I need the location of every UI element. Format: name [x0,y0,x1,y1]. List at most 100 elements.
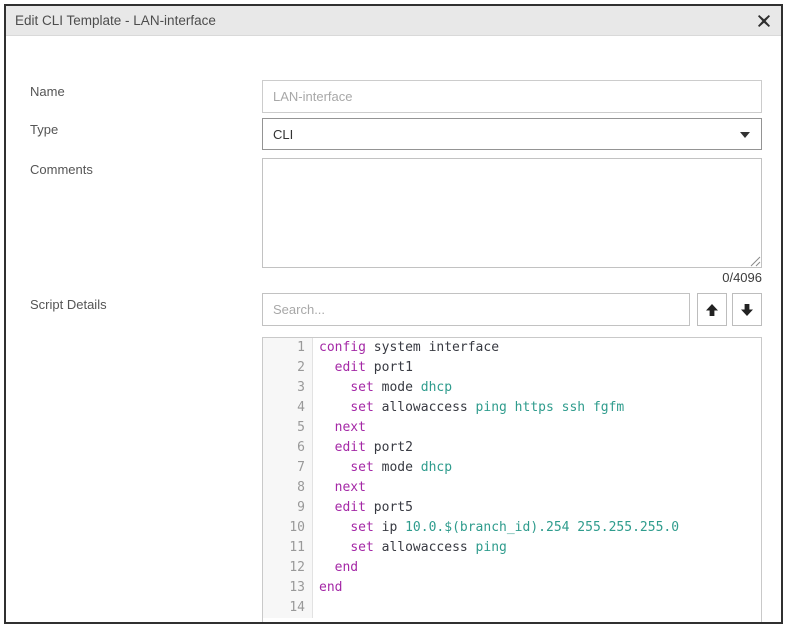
script-details-label: Script Details [30,297,107,312]
type-label: Type [30,122,58,137]
code-token-kw: config [319,340,366,355]
code-line-text [313,598,319,618]
code-token-pl: port1 [366,360,413,375]
code-line-text: set mode dhcp [313,378,452,398]
line-number: 6 [263,438,313,458]
code-token-val: 10.0.$(branch_id).254 255.255.255.0 [405,520,679,535]
code-line-row: 9 edit port5 [263,498,761,518]
code-line-text: edit port1 [313,358,413,378]
dialog-titlebar: Edit CLI Template - LAN-interface [6,6,781,36]
code-token-val: ping https ssh fgfm [476,400,625,415]
code-line-row: 13 end [263,578,761,598]
code-token-kw: end [319,580,342,595]
cli-script-editor[interactable]: 1config system interface2 edit port13 se… [262,337,762,623]
search-next-button[interactable] [732,293,762,326]
code-token-pl [319,480,335,495]
search-previous-button[interactable] [697,293,727,326]
name-input[interactable] [262,80,762,113]
code-token-val: ping [476,540,507,555]
code-line-text: edit port2 [313,438,413,458]
code-token-pl: allowaccess [374,540,476,555]
code-line-row: 1config system interface [263,338,761,358]
chevron-down-icon [740,132,750,138]
code-token-pl [319,540,350,555]
line-number: 14 [263,598,313,618]
code-token-kw: set [350,380,373,395]
edit-cli-template-dialog: Edit CLI Template - LAN-interface Name T… [4,4,783,624]
type-select-value: CLI [273,127,293,142]
close-icon[interactable] [753,10,775,32]
code-token-pl: allowaccess [374,400,476,415]
code-line-row: 14 [263,598,761,618]
code-token-kw: next [335,480,366,495]
code-token-pl: port5 [366,500,413,515]
code-token-kw: edit [335,440,366,455]
code-line-row: 3 set mode dhcp [263,378,761,398]
code-token-pl [319,560,335,575]
code-token-pl [319,520,350,535]
code-token-pl [319,440,335,455]
code-token-pl: mode [374,380,421,395]
code-token-kw: set [350,400,373,415]
code-line-text: set mode dhcp [313,458,452,478]
line-number: 7 [263,458,313,478]
line-number: 11 [263,538,313,558]
code-token-val: dhcp [421,460,452,475]
dialog-title: Edit CLI Template - LAN-interface [6,13,216,28]
code-line-row: 5 next [263,418,761,438]
code-line-row: 8 next [263,478,761,498]
code-line-text: end [313,558,358,578]
line-number: 9 [263,498,313,518]
code-token-val: dhcp [421,380,452,395]
line-number: 10 [263,518,313,538]
code-token-kw: next [335,420,366,435]
code-line-text: set ip 10.0.$(branch_id).254 255.255.255… [313,518,679,538]
code-line-row: 7 set mode dhcp [263,458,761,478]
code-line-text: end [313,578,342,598]
line-number: 2 [263,358,313,378]
line-number: 3 [263,378,313,398]
code-token-pl: port2 [366,440,413,455]
code-token-pl: system interface [366,340,499,355]
code-token-pl [319,380,350,395]
code-line-text: next [313,418,366,438]
line-number: 13 [263,578,313,598]
code-line-row: 4 set allowaccess ping https ssh fgfm [263,398,761,418]
code-token-pl [319,400,350,415]
comments-label: Comments [30,162,93,177]
search-input[interactable] [262,293,690,326]
arrow-up-icon [705,303,719,317]
code-token-kw: set [350,520,373,535]
line-number: 1 [263,338,313,358]
code-line-text: config system interface [313,338,499,358]
line-number: 5 [263,418,313,438]
code-line-row: 6 edit port2 [263,438,761,458]
code-line-text: edit port5 [313,498,413,518]
code-token-pl [319,420,335,435]
line-number: 4 [263,398,313,418]
code-token-kw: edit [335,500,366,515]
code-token-kw: set [350,540,373,555]
code-line-text: set allowaccess ping [313,538,507,558]
arrow-down-icon [740,303,754,317]
line-number: 12 [263,558,313,578]
code-token-pl [319,360,335,375]
type-select[interactable]: CLI [262,118,762,150]
code-token-pl [319,500,335,515]
code-token-pl: mode [374,460,421,475]
code-line-row: 10 set ip 10.0.$(branch_id).254 255.255.… [263,518,761,538]
name-label: Name [30,84,65,99]
code-token-kw: set [350,460,373,475]
code-line-text: next [313,478,366,498]
code-line-text: set allowaccess ping https ssh fgfm [313,398,624,418]
close-x-glyph [758,15,770,27]
code-line-row: 11 set allowaccess ping [263,538,761,558]
comments-textarea[interactable] [262,158,762,268]
code-token-pl: ip [374,520,405,535]
comments-char-counter: 0/4096 [262,270,762,285]
line-number: 8 [263,478,313,498]
code-line-row: 12 end [263,558,761,578]
code-token-kw: end [335,560,358,575]
code-token-kw: edit [335,360,366,375]
code-token-pl [319,460,350,475]
